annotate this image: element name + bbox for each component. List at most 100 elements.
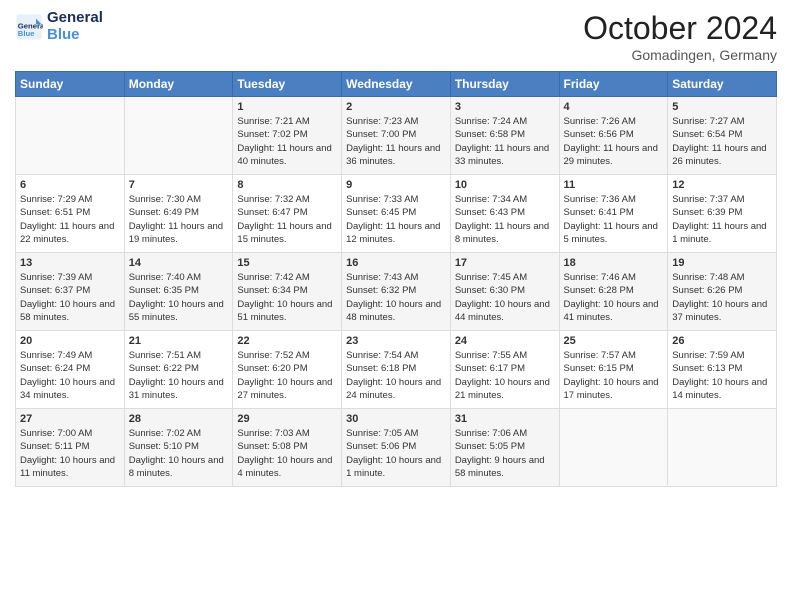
day-number: 8 — [237, 179, 337, 191]
col-saturday: Saturday — [668, 72, 777, 97]
location: Gomadingen, Germany — [583, 47, 777, 63]
sunset-text: Sunset: 6:34 PM — [237, 285, 307, 296]
sunset-text: Sunset: 6:26 PM — [672, 285, 742, 296]
day-number: 11 — [564, 179, 664, 191]
day-info: Sunrise: 7:37 AM Sunset: 6:39 PM Dayligh… — [672, 193, 772, 246]
sunset-text: Sunset: 6:39 PM — [672, 207, 742, 218]
day-info: Sunrise: 7:06 AM Sunset: 5:05 PM Dayligh… — [455, 427, 555, 480]
daylight-text: Daylight: 11 hours and 12 minutes. — [346, 221, 440, 245]
day-info: Sunrise: 7:39 AM Sunset: 6:37 PM Dayligh… — [20, 271, 120, 324]
week-row-2: 6 Sunrise: 7:29 AM Sunset: 6:51 PM Dayli… — [16, 175, 777, 253]
day-number: 15 — [237, 257, 337, 269]
sunset-text: Sunset: 6:22 PM — [129, 363, 199, 374]
daylight-text: Daylight: 10 hours and 17 minutes. — [564, 377, 659, 401]
sunrise-text: Sunrise: 7:02 AM — [129, 428, 201, 439]
daylight-text: Daylight: 10 hours and 24 minutes. — [346, 377, 441, 401]
day-cell: 28 Sunrise: 7:02 AM Sunset: 5:10 PM Dayl… — [124, 409, 233, 487]
day-number: 2 — [346, 101, 446, 113]
day-number: 31 — [455, 413, 555, 425]
day-cell: 6 Sunrise: 7:29 AM Sunset: 6:51 PM Dayli… — [16, 175, 125, 253]
daylight-text: Daylight: 10 hours and 48 minutes. — [346, 299, 441, 323]
sunrise-text: Sunrise: 7:24 AM — [455, 116, 527, 127]
day-cell: 4 Sunrise: 7:26 AM Sunset: 6:56 PM Dayli… — [559, 97, 668, 175]
sunset-text: Sunset: 5:05 PM — [455, 441, 525, 452]
day-cell: 24 Sunrise: 7:55 AM Sunset: 6:17 PM Dayl… — [450, 331, 559, 409]
daylight-text: Daylight: 11 hours and 19 minutes. — [129, 221, 223, 245]
sunrise-text: Sunrise: 7:45 AM — [455, 272, 527, 283]
day-number: 5 — [672, 101, 772, 113]
daylight-text: Daylight: 10 hours and 55 minutes. — [129, 299, 224, 323]
sunrise-text: Sunrise: 7:27 AM — [672, 116, 744, 127]
day-number: 14 — [129, 257, 229, 269]
col-sunday: Sunday — [16, 72, 125, 97]
day-info: Sunrise: 7:21 AM Sunset: 7:02 PM Dayligh… — [237, 115, 337, 168]
sunset-text: Sunset: 6:56 PM — [564, 129, 634, 140]
col-thursday: Thursday — [450, 72, 559, 97]
daylight-text: Daylight: 10 hours and 41 minutes. — [564, 299, 659, 323]
logo: General Blue General Blue — [15, 10, 103, 43]
day-number: 17 — [455, 257, 555, 269]
day-info: Sunrise: 7:33 AM Sunset: 6:45 PM Dayligh… — [346, 193, 446, 246]
day-number: 24 — [455, 335, 555, 347]
sunrise-text: Sunrise: 7:06 AM — [455, 428, 527, 439]
day-cell: 5 Sunrise: 7:27 AM Sunset: 6:54 PM Dayli… — [668, 97, 777, 175]
sunset-text: Sunset: 6:37 PM — [20, 285, 90, 296]
svg-text:Blue: Blue — [18, 29, 35, 38]
day-cell: 30 Sunrise: 7:05 AM Sunset: 5:06 PM Dayl… — [342, 409, 451, 487]
sunrise-text: Sunrise: 7:42 AM — [237, 272, 309, 283]
day-number: 23 — [346, 335, 446, 347]
day-info: Sunrise: 7:03 AM Sunset: 5:08 PM Dayligh… — [237, 427, 337, 480]
day-cell: 9 Sunrise: 7:33 AM Sunset: 6:45 PM Dayli… — [342, 175, 451, 253]
day-number: 22 — [237, 335, 337, 347]
day-cell: 15 Sunrise: 7:42 AM Sunset: 6:34 PM Dayl… — [233, 253, 342, 331]
sunset-text: Sunset: 6:30 PM — [455, 285, 525, 296]
header-row: Sunday Monday Tuesday Wednesday Thursday… — [16, 72, 777, 97]
logo-text-line1: General — [47, 10, 103, 27]
daylight-text: Daylight: 11 hours and 1 minute. — [672, 221, 766, 245]
sunrise-text: Sunrise: 7:40 AM — [129, 272, 201, 283]
day-cell: 17 Sunrise: 7:45 AM Sunset: 6:30 PM Dayl… — [450, 253, 559, 331]
day-number: 4 — [564, 101, 664, 113]
sunrise-text: Sunrise: 7:54 AM — [346, 350, 418, 361]
sunset-text: Sunset: 5:10 PM — [129, 441, 199, 452]
sunset-text: Sunset: 6:20 PM — [237, 363, 307, 374]
sunset-text: Sunset: 6:32 PM — [346, 285, 416, 296]
sunrise-text: Sunrise: 7:26 AM — [564, 116, 636, 127]
daylight-text: Daylight: 10 hours and 44 minutes. — [455, 299, 550, 323]
day-number: 9 — [346, 179, 446, 191]
day-info: Sunrise: 7:51 AM Sunset: 6:22 PM Dayligh… — [129, 349, 229, 402]
week-row-5: 27 Sunrise: 7:00 AM Sunset: 5:11 PM Dayl… — [16, 409, 777, 487]
day-cell: 25 Sunrise: 7:57 AM Sunset: 6:15 PM Dayl… — [559, 331, 668, 409]
sunrise-text: Sunrise: 7:43 AM — [346, 272, 418, 283]
sunset-text: Sunset: 5:08 PM — [237, 441, 307, 452]
day-cell: 13 Sunrise: 7:39 AM Sunset: 6:37 PM Dayl… — [16, 253, 125, 331]
day-number: 12 — [672, 179, 772, 191]
day-cell: 7 Sunrise: 7:30 AM Sunset: 6:49 PM Dayli… — [124, 175, 233, 253]
daylight-text: Daylight: 10 hours and 58 minutes. — [20, 299, 115, 323]
page: General Blue General Blue October 2024 G… — [0, 0, 792, 612]
day-cell: 18 Sunrise: 7:46 AM Sunset: 6:28 PM Dayl… — [559, 253, 668, 331]
day-info: Sunrise: 7:45 AM Sunset: 6:30 PM Dayligh… — [455, 271, 555, 324]
day-number: 20 — [20, 335, 120, 347]
day-number: 18 — [564, 257, 664, 269]
daylight-text: Daylight: 10 hours and 51 minutes. — [237, 299, 332, 323]
calendar-table: Sunday Monday Tuesday Wednesday Thursday… — [15, 71, 777, 487]
daylight-text: Daylight: 11 hours and 33 minutes. — [455, 143, 549, 167]
sunrise-text: Sunrise: 7:30 AM — [129, 194, 201, 205]
day-info: Sunrise: 7:42 AM Sunset: 6:34 PM Dayligh… — [237, 271, 337, 324]
day-cell: 11 Sunrise: 7:36 AM Sunset: 6:41 PM Dayl… — [559, 175, 668, 253]
day-info: Sunrise: 7:05 AM Sunset: 5:06 PM Dayligh… — [346, 427, 446, 480]
sunset-text: Sunset: 6:54 PM — [672, 129, 742, 140]
week-row-4: 20 Sunrise: 7:49 AM Sunset: 6:24 PM Dayl… — [16, 331, 777, 409]
day-cell: 26 Sunrise: 7:59 AM Sunset: 6:13 PM Dayl… — [668, 331, 777, 409]
sunrise-text: Sunrise: 7:52 AM — [237, 350, 309, 361]
day-cell: 8 Sunrise: 7:32 AM Sunset: 6:47 PM Dayli… — [233, 175, 342, 253]
day-info: Sunrise: 7:30 AM Sunset: 6:49 PM Dayligh… — [129, 193, 229, 246]
day-number: 29 — [237, 413, 337, 425]
day-cell: 12 Sunrise: 7:37 AM Sunset: 6:39 PM Dayl… — [668, 175, 777, 253]
day-number: 26 — [672, 335, 772, 347]
day-info: Sunrise: 7:27 AM Sunset: 6:54 PM Dayligh… — [672, 115, 772, 168]
day-cell — [559, 409, 668, 487]
col-wednesday: Wednesday — [342, 72, 451, 97]
sunset-text: Sunset: 5:06 PM — [346, 441, 416, 452]
